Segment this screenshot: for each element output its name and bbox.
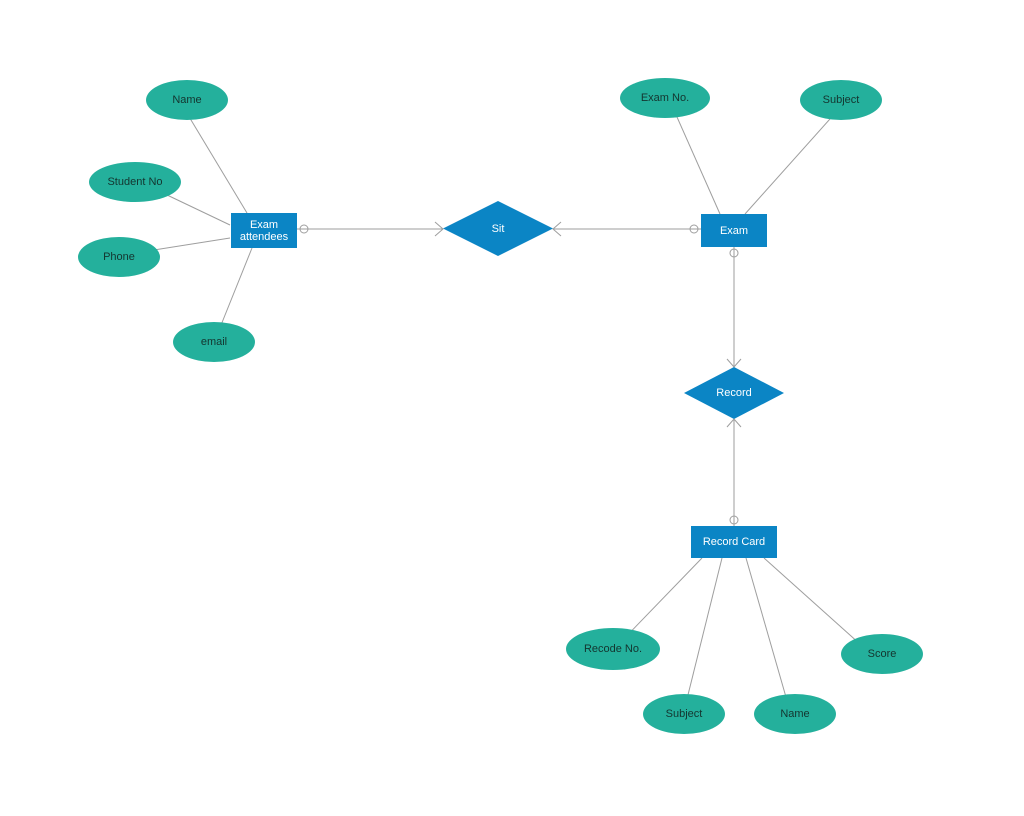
attribute-student-no: Student No	[89, 162, 181, 202]
attribute-subject1-label: Subject	[823, 94, 860, 106]
attribute-recode-no: Recode No.	[566, 628, 660, 670]
attribute-name1-label: Name	[172, 94, 201, 106]
entity-record-card: Record Card	[691, 526, 777, 558]
entity-exam-label: Exam	[720, 225, 748, 237]
attribute-name1: Name	[146, 80, 228, 120]
relationship-sit-label: Sit	[443, 201, 553, 256]
attribute-subject1: Subject	[800, 80, 882, 120]
attribute-phone: Phone	[78, 237, 160, 277]
connector-lines	[0, 0, 1024, 816]
attribute-recode-no-label: Recode No.	[584, 643, 642, 655]
attribute-exam-no-label: Exam No.	[641, 92, 689, 104]
relationship-sit: Sit	[443, 201, 553, 256]
attribute-email: email	[173, 322, 255, 362]
entity-exam: Exam	[701, 214, 767, 247]
entity-exam-attendees-label: Exam attendees	[235, 219, 293, 243]
attribute-phone-label: Phone	[103, 251, 135, 263]
attribute-exam-no: Exam No.	[620, 78, 710, 118]
attribute-name2: Name	[754, 694, 836, 734]
attribute-email-label: email	[201, 336, 227, 348]
attribute-score-label: Score	[868, 648, 897, 660]
relationship-record: Record	[684, 367, 784, 419]
attribute-score: Score	[841, 634, 923, 674]
attribute-student-no-label: Student No	[107, 176, 162, 188]
attribute-subject2: Subject	[643, 694, 725, 734]
attribute-subject2-label: Subject	[666, 708, 703, 720]
entity-record-card-label: Record Card	[703, 536, 765, 548]
relationship-record-label: Record	[684, 367, 784, 419]
entity-exam-attendees: Exam attendees	[231, 213, 297, 248]
attribute-name2-label: Name	[780, 708, 809, 720]
